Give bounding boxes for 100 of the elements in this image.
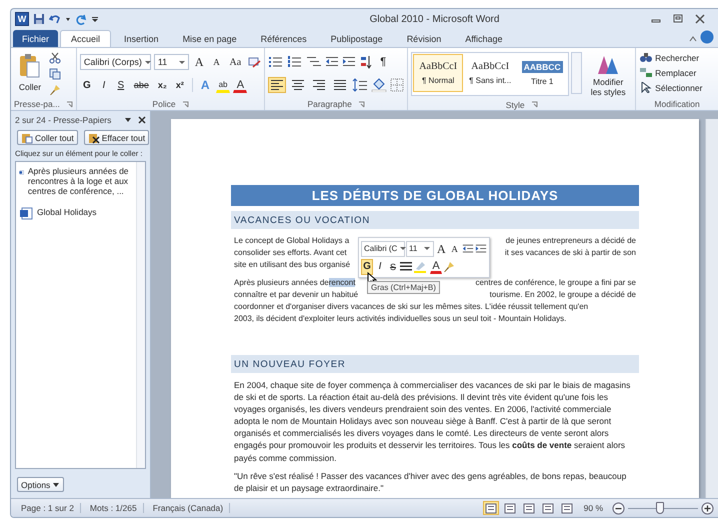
- case-font-button[interactable]: Aa: [226, 54, 244, 70]
- scissors-icon[interactable]: [49, 52, 61, 64]
- font-size-field[interactable]: 11: [154, 54, 189, 70]
- ribbon-tab[interactable]: Mise en page: [172, 30, 248, 47]
- paste-button[interactable]: Coller: [14, 50, 46, 94]
- underline-button[interactable]: S: [114, 77, 128, 93]
- zoom-out-icon[interactable]: [612, 502, 625, 514]
- text-line: coordonner et d'organiser divers vacances de ski sur les mêmes sites. L'idée réussit tellement qu'en: [234, 301, 588, 313]
- font-name-field[interactable]: Calibri (C: [361, 240, 405, 256]
- save-icon[interactable]: [33, 13, 45, 25]
- group-label: Presse-pa...: [14, 99, 60, 109]
- bold-button[interactable]: G: [361, 258, 373, 274]
- ribbon-tab[interactable]: Références: [250, 30, 318, 47]
- launcher-icon[interactable]: [182, 100, 189, 108]
- close-icon[interactable]: [138, 116, 146, 124]
- sub-button[interactable]: x₂: [154, 77, 170, 93]
- launcher-icon[interactable]: [358, 100, 365, 108]
- scrollbar[interactable]: [705, 119, 718, 498]
- ribbon-tab[interactable]: Accueil: [60, 30, 112, 47]
- ribbon-tab[interactable]: Insertion: [113, 30, 170, 47]
- borders-icon[interactable]: [390, 78, 404, 92]
- brush-icon[interactable]: [49, 84, 61, 96]
- clipboard-item[interactable]: Après plusieurs années de rencontres à la loge et aux centres de conférence, ...: [28, 166, 133, 197]
- launcher-icon[interactable]: [530, 101, 538, 108]
- file-tab[interactable]: Fichier: [13, 30, 58, 47]
- align-button[interactable]: [268, 77, 286, 93]
- close-icon[interactable]: [694, 14, 706, 24]
- maximize-icon[interactable]: [672, 14, 684, 24]
- clear-all-button[interactable]: Effacer tout: [84, 130, 150, 145]
- paste-all-button[interactable]: Coller tout: [17, 130, 78, 145]
- strike-button[interactable]: abe: [130, 77, 152, 93]
- numbering-icon[interactable]: [287, 55, 304, 69]
- find-button[interactable]: Rechercher: [639, 51, 700, 64]
- style-item[interactable]: AaBbCcI ¶ Sans int...: [465, 54, 516, 92]
- copy-icon[interactable]: [49, 68, 61, 80]
- italic-button[interactable]: I: [374, 258, 386, 274]
- language-indicator[interactable]: Français (Canada): [146, 503, 230, 513]
- paragraph: "Un rêve s'est réalisé ! Passer des vacances d'hiver avec des gens agréables, de bons repas, beaucoup de plaisir et un paysage extraordinaire.": [234, 470, 628, 494]
- scrollbar[interactable]: [136, 162, 145, 468]
- font-color-button[interactable]: A: [430, 259, 442, 274]
- grow-font-button[interactable]: A: [192, 54, 206, 70]
- group-label: Police: [152, 99, 176, 109]
- font-name-field[interactable]: Calibri (Corps): [80, 54, 151, 70]
- text-line: site en utilisant des bus organisé: [234, 259, 350, 271]
- color-button[interactable]: A: [233, 78, 248, 92]
- ribbon-tab[interactable]: Affichage: [454, 30, 514, 47]
- ribbon-tab[interactable]: Révision: [396, 30, 452, 47]
- paragraph: En 2004, chaque site de foyer commença à commercialiser des vacances de ski par le biais de magasins de ski et de sports. La réaction était au-delà des prévisions. Il devint très vite évident qu'une fois les voyages organisés, les divers vendeurs prendraient soin des ventes. En 2006, l'activité commerciale adopta le nom de Mountain Holidays avec son nouveau siège à Banff. C'est à partir de là que seront organisés et commercialisés les divers voyages dans le comté. Les directeurs de vente seront alors engagés pour promouvoir les produits et desservir les territoires. Tous les coûts de vente seraient alors payés comme commission.: [234, 379, 632, 464]
- dropdown-icon[interactable]: [124, 116, 132, 124]
- pointer-icon: [640, 82, 652, 93]
- view-button[interactable]: [540, 501, 556, 515]
- decrease-indent-icon[interactable]: [325, 55, 340, 69]
- sup-button[interactable]: x²: [172, 77, 187, 93]
- view-button[interactable]: [520, 501, 537, 515]
- word-logo[interactable]: W: [15, 12, 29, 26]
- strike-button[interactable]: S: [387, 258, 399, 274]
- shrink-font-button[interactable]: A: [210, 54, 224, 70]
- text-line: tourisme. En 2002, le groupe a décidé de: [490, 289, 636, 301]
- zoom-slider-thumb[interactable]: [656, 502, 664, 514]
- center-align-icon[interactable]: [400, 261, 412, 272]
- style-item[interactable]: AaBbCcI ¶ Normal: [413, 54, 464, 92]
- zoom-level[interactable]: 90 %: [578, 503, 609, 513]
- replace-button[interactable]: Remplacer: [639, 66, 698, 79]
- options-button[interactable]: Options: [17, 477, 64, 492]
- highlight-button[interactable]: ab: [216, 78, 230, 92]
- font-size-field[interactable]: 11: [406, 240, 434, 256]
- select-button[interactable]: Sélectionner: [639, 81, 704, 94]
- shading-icon[interactable]: [371, 78, 388, 92]
- view-button[interactable]: [482, 501, 499, 515]
- clipboard-item[interactable]: Global Holidays: [37, 206, 97, 217]
- decrease-indent-icon[interactable]: [462, 242, 474, 254]
- sort-icon[interactable]: [359, 55, 374, 69]
- tooltip: Gras (Ctrl+Maj+B): [367, 281, 440, 294]
- shrink-font-button[interactable]: A: [448, 240, 461, 256]
- line-spacing-icon[interactable]: [352, 78, 368, 92]
- change-styles-button[interactable]: Modifier les styles: [584, 52, 632, 100]
- clear-format-icon[interactable]: [247, 55, 262, 69]
- text-line: centres de conférence, le groupe a fini par se: [475, 277, 636, 289]
- gallery-scrollbar[interactable]: [571, 52, 582, 94]
- word-count[interactable]: Mots : 1/265: [84, 503, 144, 513]
- launcher-icon[interactable]: [66, 100, 73, 108]
- style-item[interactable]: AABBCC Titre 1: [517, 54, 568, 92]
- bullets-icon[interactable]: [268, 55, 284, 69]
- increase-indent-icon[interactable]: [474, 242, 487, 254]
- redo-icon[interactable]: [75, 13, 87, 25]
- view-button[interactable]: [558, 501, 575, 515]
- ribbon-tab[interactable]: Publipostage: [320, 30, 394, 47]
- brush-icon[interactable]: [443, 260, 455, 272]
- collapse-ribbon-icon[interactable]: [688, 34, 698, 44]
- page-count[interactable]: Page : 1 sur 2: [15, 503, 81, 513]
- text-line: it ses vacances de ski à partir de son: [504, 247, 636, 259]
- increase-indent-icon[interactable]: [342, 55, 356, 69]
- zoom-in-icon[interactable]: [701, 502, 714, 514]
- italic-button[interactable]: I: [96, 77, 111, 93]
- view-button[interactable]: [502, 501, 518, 515]
- show-marks-button[interactable]: ¶: [376, 54, 390, 70]
- grow-font-button[interactable]: A: [435, 240, 448, 256]
- multilevel-list-icon[interactable]: [306, 55, 322, 69]
- undo-icon[interactable]: [49, 13, 61, 25]
- bold-button[interactable]: G: [80, 77, 94, 93]
